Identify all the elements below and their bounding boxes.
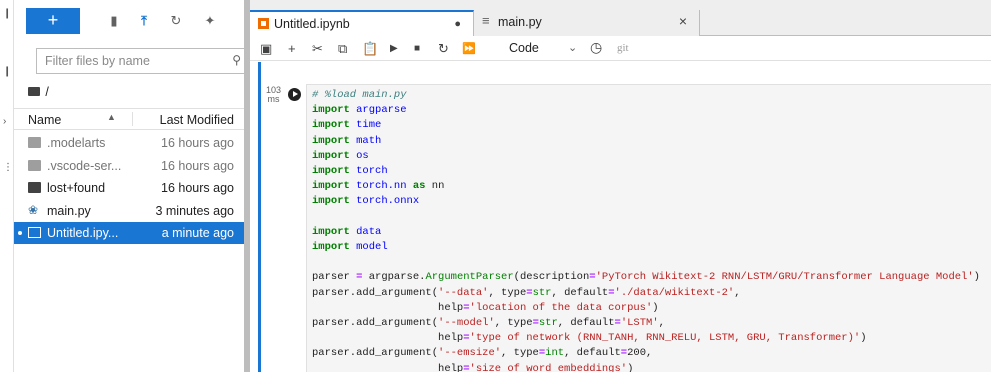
code-line: import model — [312, 241, 388, 254]
code-line: parser = argparse.ArgumentParser(descrip… — [312, 271, 980, 284]
close-icon[interactable]: × — [679, 13, 687, 29]
notebook-icon — [258, 18, 269, 29]
text-file-icon: ≡ — [482, 13, 490, 28]
file-row-vscode-server[interactable]: .vscode-ser... 16 hours ago — [14, 155, 244, 177]
main-area: Untitled.ipynb ● ≡ main.py × ▣ + ✂ ⧉ 📋 ▶… — [250, 0, 991, 372]
breadcrumb-path: / — [45, 84, 49, 99]
history-icon[interactable]: ◷ — [590, 39, 602, 56]
strip-marker-icon[interactable]: ❙ — [3, 66, 11, 77]
insert-cell-icon[interactable]: + — [288, 41, 296, 56]
file-modified: 16 hours ago — [161, 159, 234, 173]
file-row-untitled-ipynb[interactable]: Untitled.ipy... a minute ago — [14, 222, 244, 244]
column-name-header[interactable]: Name — [28, 113, 61, 127]
file-row-main-py[interactable]: ❀ main.py 3 minutes ago — [14, 200, 244, 222]
new-launcher-button[interactable]: + — [26, 8, 80, 34]
refresh-icon[interactable]: ↻ — [166, 11, 186, 31]
code-cell[interactable]: 103 ms # %load main.py import argparse imp… — [250, 62, 991, 372]
file-name: .vscode-ser... — [47, 159, 122, 173]
file-name: Untitled.ipy... — [47, 226, 119, 240]
filter-files-input[interactable] — [37, 49, 217, 73]
python-icon: ❀ — [28, 203, 39, 217]
breadcrumb[interactable]: / — [28, 84, 49, 100]
copy-icon[interactable]: ⧉ — [338, 41, 347, 57]
exec-unit: ms — [267, 94, 280, 104]
code-line: import data — [312, 225, 382, 238]
save-icon[interactable]: ▣ — [260, 41, 272, 57]
run-cell-button[interactable] — [288, 88, 301, 101]
notebook-icon — [28, 227, 41, 238]
file-row-modelarts[interactable]: .modelarts 16 hours ago — [14, 132, 244, 154]
run-cell-icon[interactable]: ▶ — [390, 43, 398, 54]
cell-type-select[interactable]: Code — [509, 41, 539, 55]
tab-label: Untitled.ipynb — [274, 17, 350, 31]
code-line: ​ — [312, 210, 980, 225]
folder-icon — [28, 182, 41, 193]
new-folder-icon[interactable]: ▮ — [104, 11, 124, 31]
code-lines: # %load main.py import argparse import tim… — [312, 88, 980, 372]
file-modified: 16 hours ago — [161, 181, 234, 195]
filter-files-field[interactable]: ⚲ — [36, 48, 248, 74]
folder-icon — [28, 87, 40, 97]
tab-untitled-ipynb[interactable]: Untitled.ipynb ● — [250, 10, 474, 36]
git-clone-icon[interactable]: ✦ — [200, 11, 220, 31]
cut-icon[interactable]: ✂ — [312, 41, 323, 57]
code-line: import time — [312, 119, 382, 132]
code-line: help='location of the data corpus') — [312, 301, 659, 314]
file-name: main.py — [47, 204, 91, 218]
folder-icon — [28, 137, 41, 148]
strip-chevron-icon[interactable]: › — [3, 116, 6, 127]
file-name: lost+found — [47, 181, 106, 195]
file-browser-toolbar: + ▮ ⤒ ↻ ✦ — [14, 8, 244, 34]
upload-icon[interactable]: ⤒ — [134, 11, 154, 31]
restart-kernel-icon[interactable]: ↻ — [438, 41, 449, 57]
code-line: import argparse — [312, 104, 407, 117]
file-list-header: Name ▲ Last Modified — [14, 108, 244, 130]
code-line: help='type of network (RNN_TANH, RNN_REL… — [312, 332, 867, 345]
file-modified: 3 minutes ago — [155, 204, 234, 218]
code-line: help='size of word embeddings') — [312, 362, 634, 372]
activity-strip: ❙ ❙ › ⋮ — [0, 0, 14, 372]
tab-main-py[interactable]: ≡ main.py × — [474, 10, 700, 36]
code-line: import torch — [312, 165, 388, 178]
code-line: parser.add_argument('--model', type=str,… — [312, 317, 665, 330]
file-modified: 16 hours ago — [161, 136, 234, 150]
column-separator — [132, 112, 133, 126]
stop-icon[interactable]: ■ — [414, 43, 420, 54]
code-line: import math — [312, 134, 382, 147]
folder-icon — [28, 160, 41, 171]
code-line: import os — [312, 149, 369, 162]
code-line: # %load main.py — [312, 89, 407, 101]
code-line: import torch.onnx — [312, 195, 420, 208]
chevron-down-icon[interactable]: ⌄ — [568, 41, 577, 54]
code-line: parser.add_argument('--data', type=str, … — [312, 286, 741, 299]
tab-label: main.py — [498, 15, 542, 29]
paste-icon[interactable]: 📋 — [362, 41, 378, 57]
unsaved-dot-icon[interactable]: ● — [454, 18, 461, 30]
strip-dots-icon[interactable]: ⋮ — [3, 162, 13, 173]
file-modified: a minute ago — [161, 226, 234, 240]
run-all-icon[interactable]: ⏩ — [462, 42, 476, 55]
file-row-lost-found[interactable]: lost+found 16 hours ago — [14, 177, 244, 199]
code-line: parser.add_argument('--emsize', type=int… — [312, 347, 653, 360]
code-line: import torch.nn as nn — [312, 180, 445, 193]
strip-marker-icon[interactable]: ❙ — [3, 8, 11, 19]
git-label[interactable]: git — [617, 42, 629, 54]
execution-time: 103 ms — [266, 86, 281, 104]
tab-bar: Untitled.ipynb ● ≡ main.py × — [250, 0, 991, 36]
search-icon: ⚲ — [232, 53, 241, 67]
code-line: ​ — [312, 255, 980, 270]
code-editor[interactable]: # %load main.py import argparse import tim… — [306, 84, 991, 372]
running-indicator — [18, 231, 22, 235]
sort-ascending-icon[interactable]: ▲ — [107, 112, 116, 122]
file-name: .modelarts — [47, 136, 106, 150]
file-browser: + ▮ ⤒ ↻ ✦ ⚲ / Name ▲ Last Modified .mode… — [14, 0, 248, 372]
column-modified-header[interactable]: Last Modified — [160, 113, 234, 127]
notebook-toolbar: ▣ + ✂ ⧉ 📋 ▶ ■ ↻ ⏩ Code ⌄ ◷ git — [250, 37, 991, 61]
